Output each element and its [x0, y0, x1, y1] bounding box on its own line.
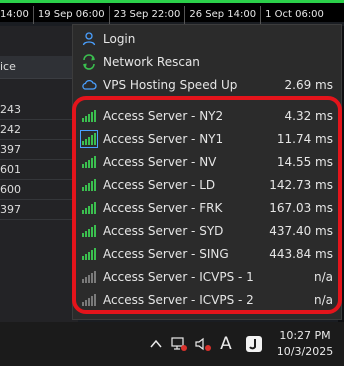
- server-item-ny2[interactable]: Access Server - NY2 4.32 ms: [73, 104, 341, 127]
- network-rescan-label: Network Rescan: [103, 54, 200, 69]
- table-row[interactable]: 243: [0, 100, 78, 120]
- signal-icon: [81, 269, 97, 285]
- server-context-menu: Login Network Rescan VPS Hosting Speed U…: [72, 24, 342, 320]
- taskbar-clock[interactable]: 10:27 PM 10/3/2025: [272, 328, 338, 360]
- vps-speed-value: 2.69 ms: [284, 77, 333, 92]
- server-label: Access Server - ICVPS - 2: [103, 292, 254, 307]
- user-icon: [82, 32, 96, 46]
- server-latency: 443.84 ms: [269, 246, 333, 261]
- server-label: Access Server - NV: [103, 154, 217, 169]
- server-latency: 14.55 ms: [276, 154, 333, 169]
- server-label: Access Server - LD: [103, 177, 216, 192]
- server-item-frk[interactable]: Access Server - FRK 167.03 ms: [73, 196, 341, 219]
- volume-muted-icon[interactable]: [193, 334, 213, 354]
- network-icon[interactable]: [169, 334, 189, 354]
- background-table: ice 243 242 397 601 600 397: [0, 26, 78, 326]
- timeline-label: 23 Sep 22:00: [108, 6, 185, 24]
- table-row[interactable]: 242: [0, 120, 78, 140]
- timeline-label: 14:00: [0, 9, 29, 20]
- refresh-icon: [83, 54, 95, 70]
- server-latency: n/a: [313, 269, 333, 284]
- timeline-label: 1 Oct 06:00: [260, 6, 328, 24]
- server-item-ny1[interactable]: Access Server - NY1 11.74 ms: [73, 127, 341, 150]
- vps-speed-menu-item[interactable]: VPS Hosting Speed Up 2.69 ms: [73, 73, 341, 96]
- server-label: Access Server - SING: [103, 246, 229, 261]
- server-label: Access Server - NY1: [103, 131, 224, 146]
- show-hidden-icons-chevron-up-icon[interactable]: [146, 334, 166, 354]
- server-item-icvps-1[interactable]: Access Server - ICVPS - 1 n/a: [73, 265, 341, 288]
- ime-language-indicator[interactable]: A: [216, 334, 236, 354]
- server-latency: 11.74 ms: [276, 131, 333, 146]
- signal-icon: [80, 130, 98, 148]
- signal-icon: [81, 292, 97, 308]
- server-label: Access Server - SYD: [103, 223, 224, 238]
- taskbar: A 10:27 PM 10/3/2025: [0, 322, 344, 366]
- signal-icon: [81, 246, 97, 262]
- signal-icon: [81, 108, 97, 124]
- network-rescan-menu-item[interactable]: Network Rescan: [73, 50, 341, 73]
- signal-icon: [81, 154, 97, 170]
- server-latency: n/a: [313, 292, 333, 307]
- server-item-syd[interactable]: Access Server - SYD 437.40 ms: [73, 219, 341, 242]
- clock-time: 10:27 PM: [279, 329, 331, 342]
- server-item-sing[interactable]: Access Server - SING 443.84 ms: [73, 242, 341, 265]
- login-menu-item[interactable]: Login: [73, 27, 341, 50]
- clock-date: 10/3/2025: [276, 345, 334, 358]
- server-item-ld[interactable]: Access Server - LD 142.73 ms: [73, 173, 341, 196]
- vps-speed-label: VPS Hosting Speed Up: [103, 77, 238, 92]
- signal-icon: [81, 177, 97, 193]
- timeline-label: 26 Sep 14:00: [184, 6, 260, 24]
- signal-icon: [81, 200, 97, 216]
- table-header[interactable]: ice: [0, 56, 78, 79]
- server-item-icvps-2[interactable]: Access Server - ICVPS - 2 n/a: [73, 288, 341, 311]
- table-row[interactable]: 397: [0, 200, 78, 220]
- cloud-icon: [82, 79, 97, 90]
- server-label: Access Server - ICVPS - 1: [103, 269, 254, 284]
- signal-icon: [81, 223, 97, 239]
- server-item-nv[interactable]: Access Server - NV 14.55 ms: [73, 150, 341, 173]
- chart-strip: 14:00 19 Sep 06:00 23 Sep 22:00 26 Sep 1…: [0, 0, 344, 24]
- table-row[interactable]: 397: [0, 140, 78, 160]
- table-row[interactable]: 600: [0, 180, 78, 200]
- server-label: Access Server - FRK: [103, 200, 223, 215]
- login-label: Login: [103, 31, 136, 46]
- server-latency: 4.32 ms: [284, 108, 333, 123]
- server-latency: 167.03 ms: [269, 200, 333, 215]
- server-label: Access Server - NY2: [103, 108, 224, 123]
- server-latency: 437.40 ms: [269, 223, 333, 238]
- server-latency: 142.73 ms: [269, 177, 333, 192]
- timeline-label: 19 Sep 06:00: [32, 6, 109, 24]
- table-row[interactable]: 601: [0, 160, 78, 180]
- notification-app-icon[interactable]: [244, 334, 264, 354]
- chart-timeline: 14:00 19 Sep 06:00 23 Sep 22:00 26 Sep 1…: [0, 6, 328, 24]
